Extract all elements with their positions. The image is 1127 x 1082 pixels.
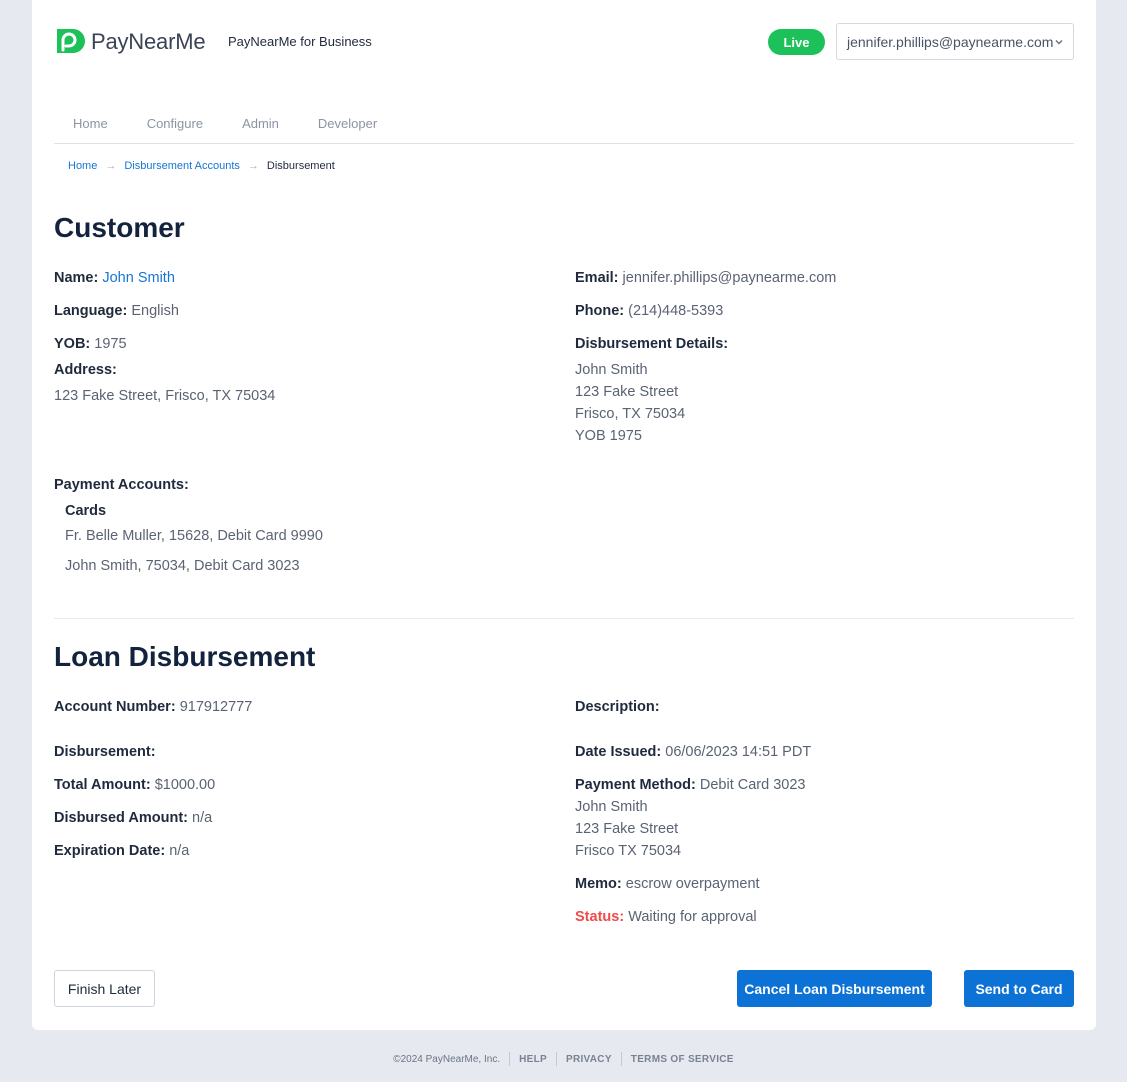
env-live-badge[interactable]: Live [768, 29, 825, 55]
details-line: YOB 1975 [575, 428, 642, 444]
status-value: Waiting for approval [628, 909, 757, 925]
disbursement-details-label: Disbursement Details: [575, 336, 729, 352]
user-email: jennifer.phillips@paynearme.com [847, 33, 1054, 50]
details-line: Frisco, TX 75034 [575, 406, 686, 422]
customer-heading: Customer [54, 212, 185, 243]
paynearme-logo-icon [57, 29, 85, 53]
expiration-date-field: Expiration Date: n/a [54, 843, 190, 859]
footer-copyright: ©2024 PayNearMe, Inc. [393, 1053, 501, 1065]
loan-disbursement-heading: Loan Disbursement [54, 641, 316, 672]
brand-logo[interactable]: PayNearMe [54, 26, 206, 57]
total-amount-field: Total Amount: $1000.00 [54, 777, 216, 793]
arrow-right-icon: → [247, 160, 259, 172]
chevron-down-icon [1055, 39, 1063, 45]
app-subtitle: PayNearMe for Business [228, 34, 372, 49]
memo-field: Memo: escrow overpayment [575, 876, 760, 892]
disbursed-amount-field: Disbursed Amount: n/a [54, 810, 213, 826]
section-divider [54, 618, 1074, 619]
finish-later-button[interactable]: Finish Later [54, 970, 155, 1007]
customer-address: 123 Fake Street, Frisco, TX 75034 [54, 388, 276, 404]
main-card: PayNearMe PayNearMe for Business Live je… [32, 0, 1096, 1030]
arrow-right-icon: → [105, 160, 117, 172]
cancel-loan-disbursement-button[interactable]: Cancel Loan Disbursement [737, 970, 932, 1007]
payment-method-field: Payment Method: Debit Card 3023 [575, 777, 806, 793]
customer-name-field: Name: John Smith [54, 270, 175, 286]
account-number-field: Account Number: 917912777 [54, 699, 253, 715]
customer-name-link[interactable]: John Smith [102, 270, 175, 286]
disbursement-label: Disbursement: [54, 744, 156, 760]
description-label: Description: [575, 699, 660, 715]
customer-phone-field: Phone: (214)448-5393 [575, 303, 724, 319]
details-line: John Smith [575, 362, 648, 378]
status-label: Status: [575, 909, 625, 925]
main-nav: Home Configure Admin Developer [54, 116, 1074, 144]
nav-developer[interactable]: Developer [318, 116, 377, 143]
card-list-item[interactable]: Fr. Belle Muller, 15628, Debit Card 9990 [65, 528, 323, 544]
footer-privacy-link[interactable]: PRIVACY [557, 1054, 621, 1065]
breadcrumb-disbursement-accounts[interactable]: Disbursement Accounts [124, 160, 240, 172]
breadcrumb-home[interactable]: Home [68, 160, 97, 172]
user-account-dropdown[interactable]: jennifer.phillips@paynearme.com [836, 23, 1074, 60]
customer-email-field: Email: jennifer.phillips@paynearme.com [575, 270, 837, 286]
cards-label: Cards [65, 503, 107, 519]
nav-admin[interactable]: Admin [242, 116, 279, 143]
breadcrumb-current: Disbursement [266, 160, 335, 172]
payment-method-line: Frisco TX 75034 [575, 843, 682, 859]
customer-yob-field: YOB: 1975 [54, 336, 127, 352]
page-footer: ©2024 PayNearMe, Inc. HELP PRIVACY TERMS… [0, 1052, 1127, 1066]
brand-name: PayNearMe [91, 28, 206, 54]
customer-language-field: Language: English [54, 303, 179, 319]
nav-home[interactable]: Home [73, 116, 108, 143]
payment-method-line: 123 Fake Street [575, 821, 679, 837]
customer-address-label: Address: [54, 362, 117, 378]
send-to-card-button[interactable]: Send to Card [964, 970, 1074, 1007]
footer-terms-link[interactable]: TERMS OF SERVICE [622, 1054, 743, 1065]
payment-method-line: John Smith [575, 799, 648, 815]
footer-help-link[interactable]: HELP [510, 1054, 556, 1065]
nav-configure[interactable]: Configure [147, 116, 203, 143]
status-field: Status: Waiting for approval [575, 909, 757, 925]
breadcrumb: Home → Disbursement Accounts → Disbursem… [68, 160, 335, 172]
payment-accounts-label: Payment Accounts: [54, 477, 189, 493]
date-issued-field: Date Issued: 06/06/2023 14:51 PDT [575, 744, 812, 760]
details-line: 123 Fake Street [575, 384, 679, 400]
card-list-item[interactable]: John Smith, 75034, Debit Card 3023 [65, 558, 300, 574]
